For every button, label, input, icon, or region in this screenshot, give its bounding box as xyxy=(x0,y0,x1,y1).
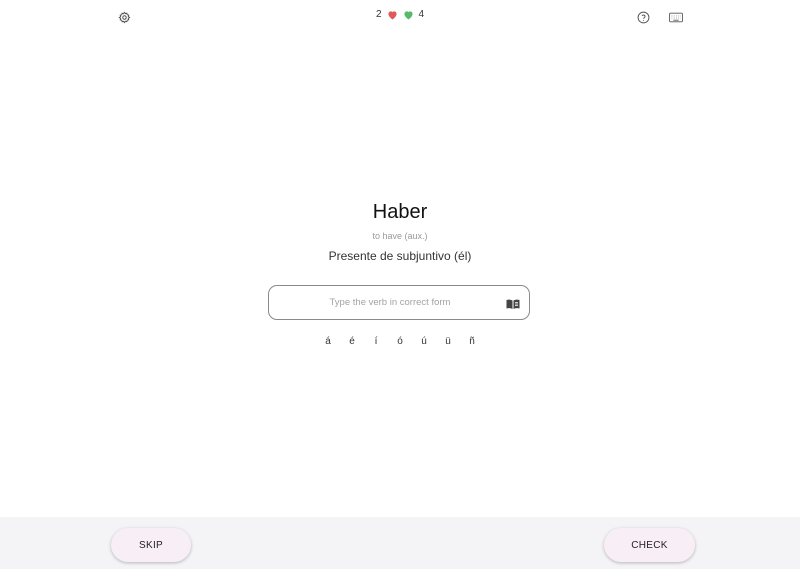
accent-key-a[interactable]: á xyxy=(316,335,340,349)
accent-key-e[interactable]: é xyxy=(340,335,364,349)
broken-heart-icon xyxy=(387,10,398,20)
right-count: 4 xyxy=(418,9,425,20)
accent-keys: á é í ó ú ü ñ xyxy=(0,335,800,349)
skip-button[interactable]: SKIP xyxy=(111,528,191,562)
verb-translation: to have (aux.) xyxy=(372,231,428,241)
top-bar: 2 4 xyxy=(0,0,800,34)
answer-field-container xyxy=(268,285,530,320)
help-circle-icon[interactable] xyxy=(632,6,654,28)
verb-title: Haber xyxy=(372,201,428,223)
accent-key-u[interactable]: ú xyxy=(412,335,436,349)
keyboard-icon[interactable] xyxy=(665,6,687,28)
tense-label: Presente de subjuntivo (él) xyxy=(328,249,472,263)
accent-key-i[interactable]: í xyxy=(364,335,388,349)
answer-input[interactable] xyxy=(279,286,501,319)
accent-key-u-umlaut[interactable]: ü xyxy=(436,335,460,349)
book-icon[interactable] xyxy=(506,297,520,309)
bottom-bar: SKIP CHECK xyxy=(0,517,800,569)
heart-icon xyxy=(403,10,414,20)
wrong-count: 2 xyxy=(375,9,382,20)
accent-key-n-tilde[interactable]: ñ xyxy=(460,335,484,349)
check-button[interactable]: CHECK xyxy=(604,528,695,562)
accent-key-o[interactable]: ó xyxy=(388,335,412,349)
